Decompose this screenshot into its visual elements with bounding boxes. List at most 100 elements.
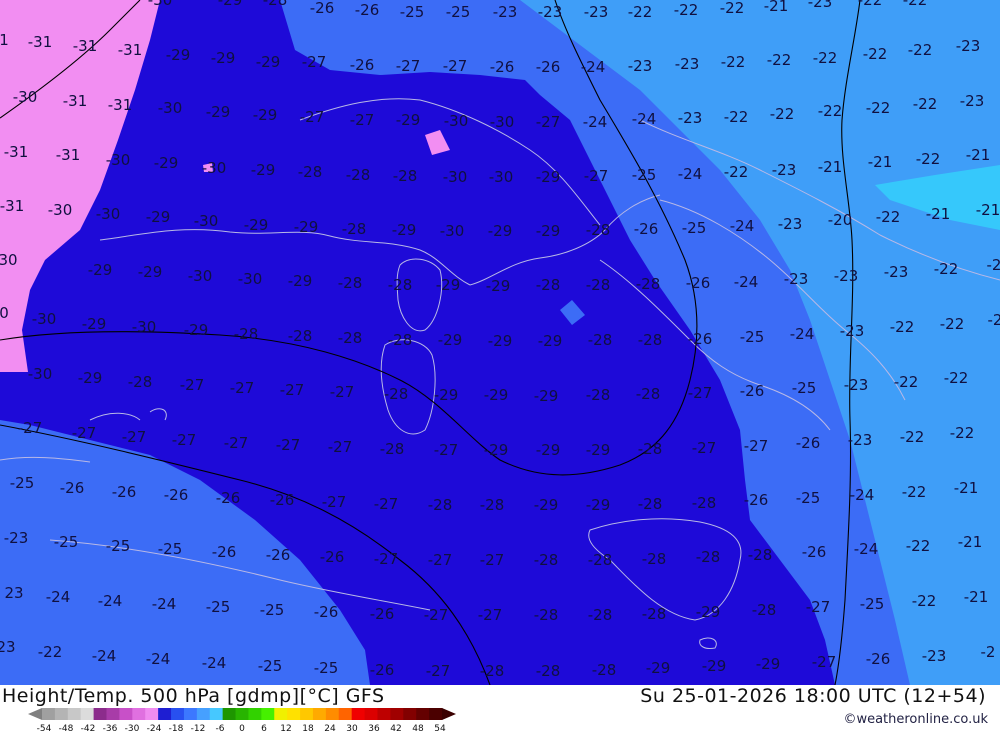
isoline-value-label: -25 [632, 166, 657, 184]
isoline-value-label: -24 [854, 540, 879, 558]
isoline-value-label: -27 [688, 384, 713, 402]
isoline-value-label: -23 [922, 647, 947, 665]
isoline-value-label: -28 [588, 606, 613, 624]
isoline-value-label: -22 [934, 260, 959, 278]
isoline-value-label: -23 [584, 3, 609, 21]
isoline-value-label: -22 [950, 424, 975, 442]
isoline-value-label: -27 [374, 495, 399, 513]
isoline-value-label: -29 [294, 218, 319, 236]
isoline-value-label: -27 [350, 111, 375, 129]
isoline-value-label: -27 [180, 376, 205, 394]
isoline-value-label: -27 [426, 662, 451, 680]
isoline-value-label: -22 [940, 315, 965, 333]
isoline-value-label: -30 [48, 201, 73, 219]
isoline-value-label: -22 [628, 3, 653, 21]
isoline-value-label: -22 [724, 163, 749, 181]
isoline-value-label: -29 [396, 111, 421, 129]
isoline-value-label: -28 [536, 276, 561, 294]
isoline-value-label: -28 [642, 550, 667, 568]
isoline-value-label: -24 [46, 588, 71, 606]
isoline-value-label: -27 [812, 653, 837, 671]
isoline-value-label: -28 [288, 327, 313, 345]
isoline-value-label: -28 [234, 325, 259, 343]
isoline-value-label: -27 [328, 438, 353, 456]
isoline-value-label: -24 [146, 650, 171, 668]
isoline-value-label: -22 [767, 51, 792, 69]
isoline-value-label: -27 [536, 113, 561, 131]
isoline-value-label: -29 [166, 46, 191, 64]
isoline-value-label: -27 [478, 606, 503, 624]
isoline-value-label: -27 [18, 419, 43, 437]
isoline-value-label: -29 [702, 657, 727, 675]
isoline-value-label: -23 [960, 92, 985, 110]
scale-tick-label: -18 [169, 724, 184, 733]
isoline-value-label: -31 [56, 146, 81, 164]
isoline-value-label: -22 [900, 428, 925, 446]
isoline-value-label: -26 [744, 491, 769, 509]
isoline-value-label: -29 [218, 0, 243, 9]
isoline-value-label: -30 [106, 151, 131, 169]
isoline-value-label: -27 [224, 434, 249, 452]
isoline-value-label: -28 [338, 329, 363, 347]
weather-map: -30 -29 -28 -26 -26 -25 -25 -23 -23 -23 -22 -22 -22 -… [0, 0, 1000, 685]
isoline-value-label: -26 [634, 220, 659, 238]
isoline-value-label: -22 [903, 0, 928, 9]
isoline-value-label: -27 [396, 57, 421, 75]
isoline-value-label: -29 [251, 161, 276, 179]
isoline-value-label: -31 [28, 33, 53, 51]
isoline-value-label: 1 [0, 31, 9, 49]
isoline-value-label: -26 [740, 382, 765, 400]
isoline-value-label: -28 [534, 606, 559, 624]
isoline-value-label: -27 [443, 57, 468, 75]
scale-swatch [325, 708, 340, 720]
isoline-value-label: -23 [778, 215, 803, 233]
isoline-value-label: -29 [586, 496, 611, 514]
isoline-value-label: 30 [0, 251, 18, 269]
isoline-value-label: -22 [894, 373, 919, 391]
isoline-value-label: -30 [202, 159, 227, 177]
isoline-value-label: -30 [13, 88, 38, 106]
isoline-value-label: -30 [194, 212, 219, 230]
scale-swatch [248, 708, 262, 720]
scale-swatch [209, 708, 224, 720]
isoline-value-label: -23 [840, 322, 865, 340]
scale-swatch [300, 708, 314, 720]
isoline-value-label: -30 [32, 310, 57, 328]
isoline-value-label: -25 [446, 3, 471, 21]
isoline-value-label: -25 [740, 328, 765, 346]
isoline-value-label: -28 [752, 601, 777, 619]
isoline-value-label: -27 [434, 441, 459, 459]
isoline-value-label: -21 [958, 533, 983, 551]
isoline-value-label: -26 [320, 548, 345, 566]
isoline-value-label: -28 [346, 166, 371, 184]
isoline-value-label: -25 [260, 601, 285, 619]
isoline-value-label: -25 [10, 474, 35, 492]
isoline-value-label: -26 [314, 603, 339, 621]
isoline-value-label: -28 [638, 331, 663, 349]
isoline-value-label: -28 [536, 662, 561, 680]
isoline-value-label: -28 [480, 496, 505, 514]
scale-swatch [54, 708, 69, 720]
isoline-value-label: -27 [692, 439, 717, 457]
credit-link[interactable]: ©weatheronline.co.uk [843, 712, 988, 727]
isoline-value-label: -23 [4, 529, 29, 547]
isoline-value-label: -30 [444, 112, 469, 130]
isoline-value-label: -22 [944, 369, 969, 387]
isoline-value-label: -28 [263, 0, 288, 9]
isoline-value-label: -21 [976, 201, 1000, 219]
scale-swatch [338, 708, 353, 720]
isoline-value-label: -27 [374, 550, 399, 568]
isoline-value-label: -29 [146, 208, 171, 226]
scale-swatch [377, 708, 391, 720]
isoline-value-label: -29 [253, 106, 278, 124]
isoline-value-label: -27 [280, 381, 305, 399]
isoline-value-label: -22 [916, 150, 941, 168]
isoline-value-label: -25 [158, 540, 183, 558]
isoline-value-label: -22 [38, 643, 63, 661]
isoline-value-label: -20 [828, 211, 853, 229]
isoline-value-label: -27 [230, 379, 255, 397]
isoline-value-label: -22 [866, 99, 891, 117]
isoline-value-label: -28 [380, 440, 405, 458]
isoline-value-label: -27 [330, 383, 355, 401]
isoline-value-label: -22 [674, 1, 699, 19]
